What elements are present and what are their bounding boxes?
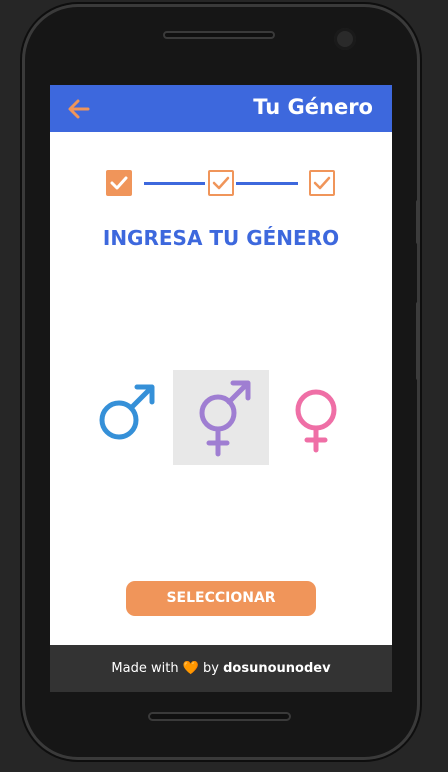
step-connector-2 (236, 182, 298, 185)
step-1-checkbox (106, 170, 132, 196)
checkbox-checked-icon (313, 176, 331, 190)
page-title: Tu Género (253, 95, 373, 119)
volume-button (416, 200, 420, 244)
phone-home-bar (148, 712, 291, 721)
checkbox-checked-icon (110, 176, 128, 190)
app-bar: Tu Género (50, 85, 392, 132)
heart-icon: 🧡 (182, 661, 199, 676)
gender-option-male[interactable] (79, 370, 175, 465)
footer-author[interactable]: dosunounodev (223, 661, 330, 676)
gender-option-female[interactable] (268, 370, 364, 465)
footer-by: by (203, 661, 219, 676)
female-symbol-icon (295, 389, 337, 453)
footer-made-with: Made with (111, 661, 179, 676)
footer-credit: Made with 🧡 by dosunounodev (50, 645, 392, 692)
male-symbol-icon (99, 384, 155, 440)
step-connector-1 (144, 182, 205, 185)
app-screen: Tu Género INGRESA TU GÉNERO SELECCIONAR … (50, 85, 392, 692)
power-button (416, 302, 420, 380)
section-heading: INGRESA TU GÉNERO (102, 226, 340, 250)
step-3-checkbox (309, 170, 335, 196)
arrow-left-icon (68, 99, 90, 119)
phone-speaker (163, 31, 275, 39)
checkbox-checked-icon (212, 176, 230, 190)
phone-camera (334, 28, 356, 50)
transgender-symbol-icon (199, 380, 251, 457)
back-button[interactable] (66, 96, 92, 122)
step-2-checkbox (208, 170, 234, 196)
gender-option-transgender[interactable] (173, 370, 269, 465)
select-button[interactable]: SELECCIONAR (126, 581, 316, 616)
